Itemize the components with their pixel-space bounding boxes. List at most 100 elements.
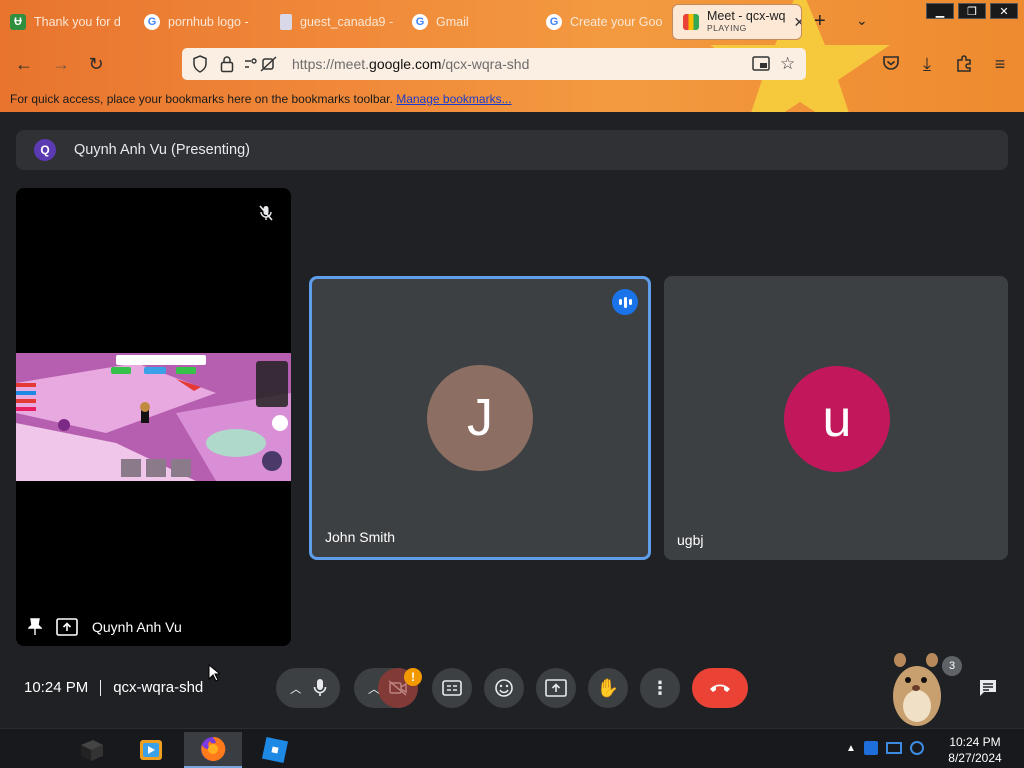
forward-arrow-icon[interactable]: →	[50, 54, 72, 75]
download-icon[interactable]: ⤓	[916, 54, 938, 75]
leave-call-button[interactable]	[692, 668, 748, 708]
taskbar-date: 8/27/2024	[948, 751, 1002, 765]
taskbar-app-roblox[interactable]	[246, 732, 304, 768]
lock-icon[interactable]	[220, 55, 234, 78]
url-path: /qcx-wqra-shd	[441, 56, 530, 72]
url-domain: google.com	[369, 56, 442, 72]
avatar: J	[427, 365, 533, 471]
network-icon[interactable]	[885, 742, 902, 754]
tab-label: Meet - qcx-wq	[707, 9, 786, 23]
meeting-info: 10:24 PM qcx-wqra-shd	[24, 679, 203, 696]
participant-name: John Smith	[325, 529, 396, 545]
tab-label: pornhub logo -	[168, 15, 249, 29]
participant-tile-john[interactable]: J John Smith	[309, 276, 651, 560]
manage-bookmarks-link[interactable]: Manage bookmarks...	[396, 92, 511, 106]
participant-name: ugbj	[677, 532, 704, 548]
pin-icon[interactable]	[28, 618, 42, 636]
tray-app-icon[interactable]	[863, 741, 878, 755]
cube-app-icon	[81, 740, 103, 761]
participant-tile-ugbj[interactable]: u ugbj	[664, 276, 1008, 560]
pocket-icon[interactable]	[880, 54, 902, 77]
address-bar[interactable]: https://meet.google.com/qcx-wqra-shd ☆	[182, 48, 806, 80]
bookmarks-toolbar: For quick access, place your bookmarks h…	[10, 92, 512, 106]
microphone-icon	[313, 679, 327, 696]
tab-meet[interactable]: Meet - qcx-wq PLAYING ✕	[672, 4, 802, 40]
tab-thank-you[interactable]: Ʉ Thank you for d	[0, 4, 130, 40]
star-bookmark-icon[interactable]: ☆	[780, 54, 795, 74]
picture-in-picture-icon[interactable]	[752, 56, 770, 77]
presenter-name: Quynh Anh Vu	[92, 619, 182, 635]
presenting-label: Quynh Anh Vu (Presenting)	[74, 142, 250, 158]
permissions-icon[interactable]	[244, 55, 278, 78]
close-tab-icon[interactable]: ✕	[794, 14, 802, 31]
present-now-button[interactable]	[536, 668, 576, 708]
close-window-icon[interactable]: ✕	[990, 3, 1018, 19]
tab-playing-label: PLAYING	[707, 23, 747, 33]
taskbar-time: 10:24 PM	[949, 735, 1001, 749]
green-leaf-icon: Ʉ	[10, 14, 26, 30]
end-call-icon	[710, 684, 730, 692]
tab-strip: Ʉ Thank you for d G pornhub logo - guest…	[0, 0, 1024, 44]
tab-label: Create your Goo	[570, 15, 663, 29]
tab-guest-canada[interactable]: guest_canada9 -	[270, 4, 400, 40]
roblox-studio-icon	[261, 736, 289, 764]
url-text[interactable]: https://meet.google.com/qcx-wqra-shd	[292, 56, 529, 72]
bookmarks-hint: For quick access, place your bookmarks h…	[10, 92, 393, 106]
tab-label: guest_canada9 -	[300, 15, 394, 29]
minimize-icon[interactable]: ▁	[926, 3, 954, 19]
speaking-indicator-icon	[612, 289, 638, 315]
taskbar-app-firefox[interactable]	[184, 732, 242, 768]
tab-create-google[interactable]: G Create your Goo	[536, 4, 666, 40]
chevron-down-icon[interactable]: ⌄	[856, 12, 868, 29]
tab-label: Gmail	[436, 15, 469, 29]
tray-expand-icon[interactable]: ▲	[846, 743, 856, 754]
shared-screen-game	[16, 353, 291, 481]
camera-warning-badge[interactable]: !	[404, 668, 422, 686]
volume-icon[interactable]	[909, 741, 924, 755]
chat-icon[interactable]	[978, 678, 998, 698]
document-icon	[280, 14, 292, 30]
meeting-time: 10:24 PM	[24, 679, 89, 696]
google-g-icon: G	[546, 14, 562, 30]
hand-icon: ✋	[596, 677, 620, 698]
url-prefix: https://meet.	[292, 56, 370, 72]
extensions-icon[interactable]	[953, 54, 975, 77]
presenting-bar: Q Quynh Anh Vu (Presenting)	[16, 130, 1008, 170]
mouse-cursor	[208, 664, 220, 682]
system-tray: ▲	[846, 741, 924, 755]
presentation-tile[interactable]: Quynh Anh Vu	[16, 188, 291, 646]
back-arrow-icon[interactable]: ←	[13, 54, 35, 75]
present-screen-icon	[545, 679, 567, 697]
menu-icon[interactable]: ≡	[989, 54, 1011, 75]
emoji-icon	[495, 679, 513, 697]
participants-count-badge[interactable]: 3	[942, 656, 962, 676]
windows-taskbar: ▲ 10:24 PM 8/27/2024	[0, 728, 1024, 768]
restore-icon[interactable]: ❐	[958, 3, 986, 19]
meet-area: Q Quynh Anh Vu (Presenting) Quynh Anh Vu…	[0, 112, 1024, 728]
captions-button[interactable]	[432, 668, 472, 708]
google-g-icon: G	[412, 14, 428, 30]
hamster-sticker	[893, 653, 941, 726]
firefox-icon	[201, 736, 226, 761]
reload-icon[interactable]: ↻	[85, 54, 107, 75]
taskbar-app-cube[interactable]	[62, 732, 120, 768]
meeting-code: qcx-wqra-shd	[113, 679, 204, 696]
raise-hand-button[interactable]: ✋	[588, 668, 628, 708]
new-tab-icon[interactable]: +	[814, 10, 826, 33]
microphone-button[interactable]	[300, 668, 340, 708]
shield-icon[interactable]	[192, 55, 208, 78]
tab-gmail[interactable]: G Gmail	[402, 4, 532, 40]
presenter-avatar: Q	[34, 139, 56, 161]
meet-icon	[683, 14, 699, 30]
browser-chrome: Ʉ Thank you for d G pornhub logo - guest…	[0, 0, 1024, 112]
more-options-button[interactable]: ⋮	[640, 668, 680, 708]
mic-off-icon	[259, 205, 273, 221]
taskbar-app-media[interactable]	[122, 732, 180, 768]
presentation-footer: Quynh Anh Vu	[28, 618, 182, 636]
media-player-icon	[140, 740, 162, 760]
tab-search-logo[interactable]: G pornhub logo -	[134, 4, 264, 40]
avatar: u	[784, 366, 890, 472]
taskbar-clock[interactable]: 10:24 PM 8/27/2024	[940, 734, 1010, 766]
reactions-button[interactable]	[484, 668, 524, 708]
captions-icon	[442, 680, 462, 696]
